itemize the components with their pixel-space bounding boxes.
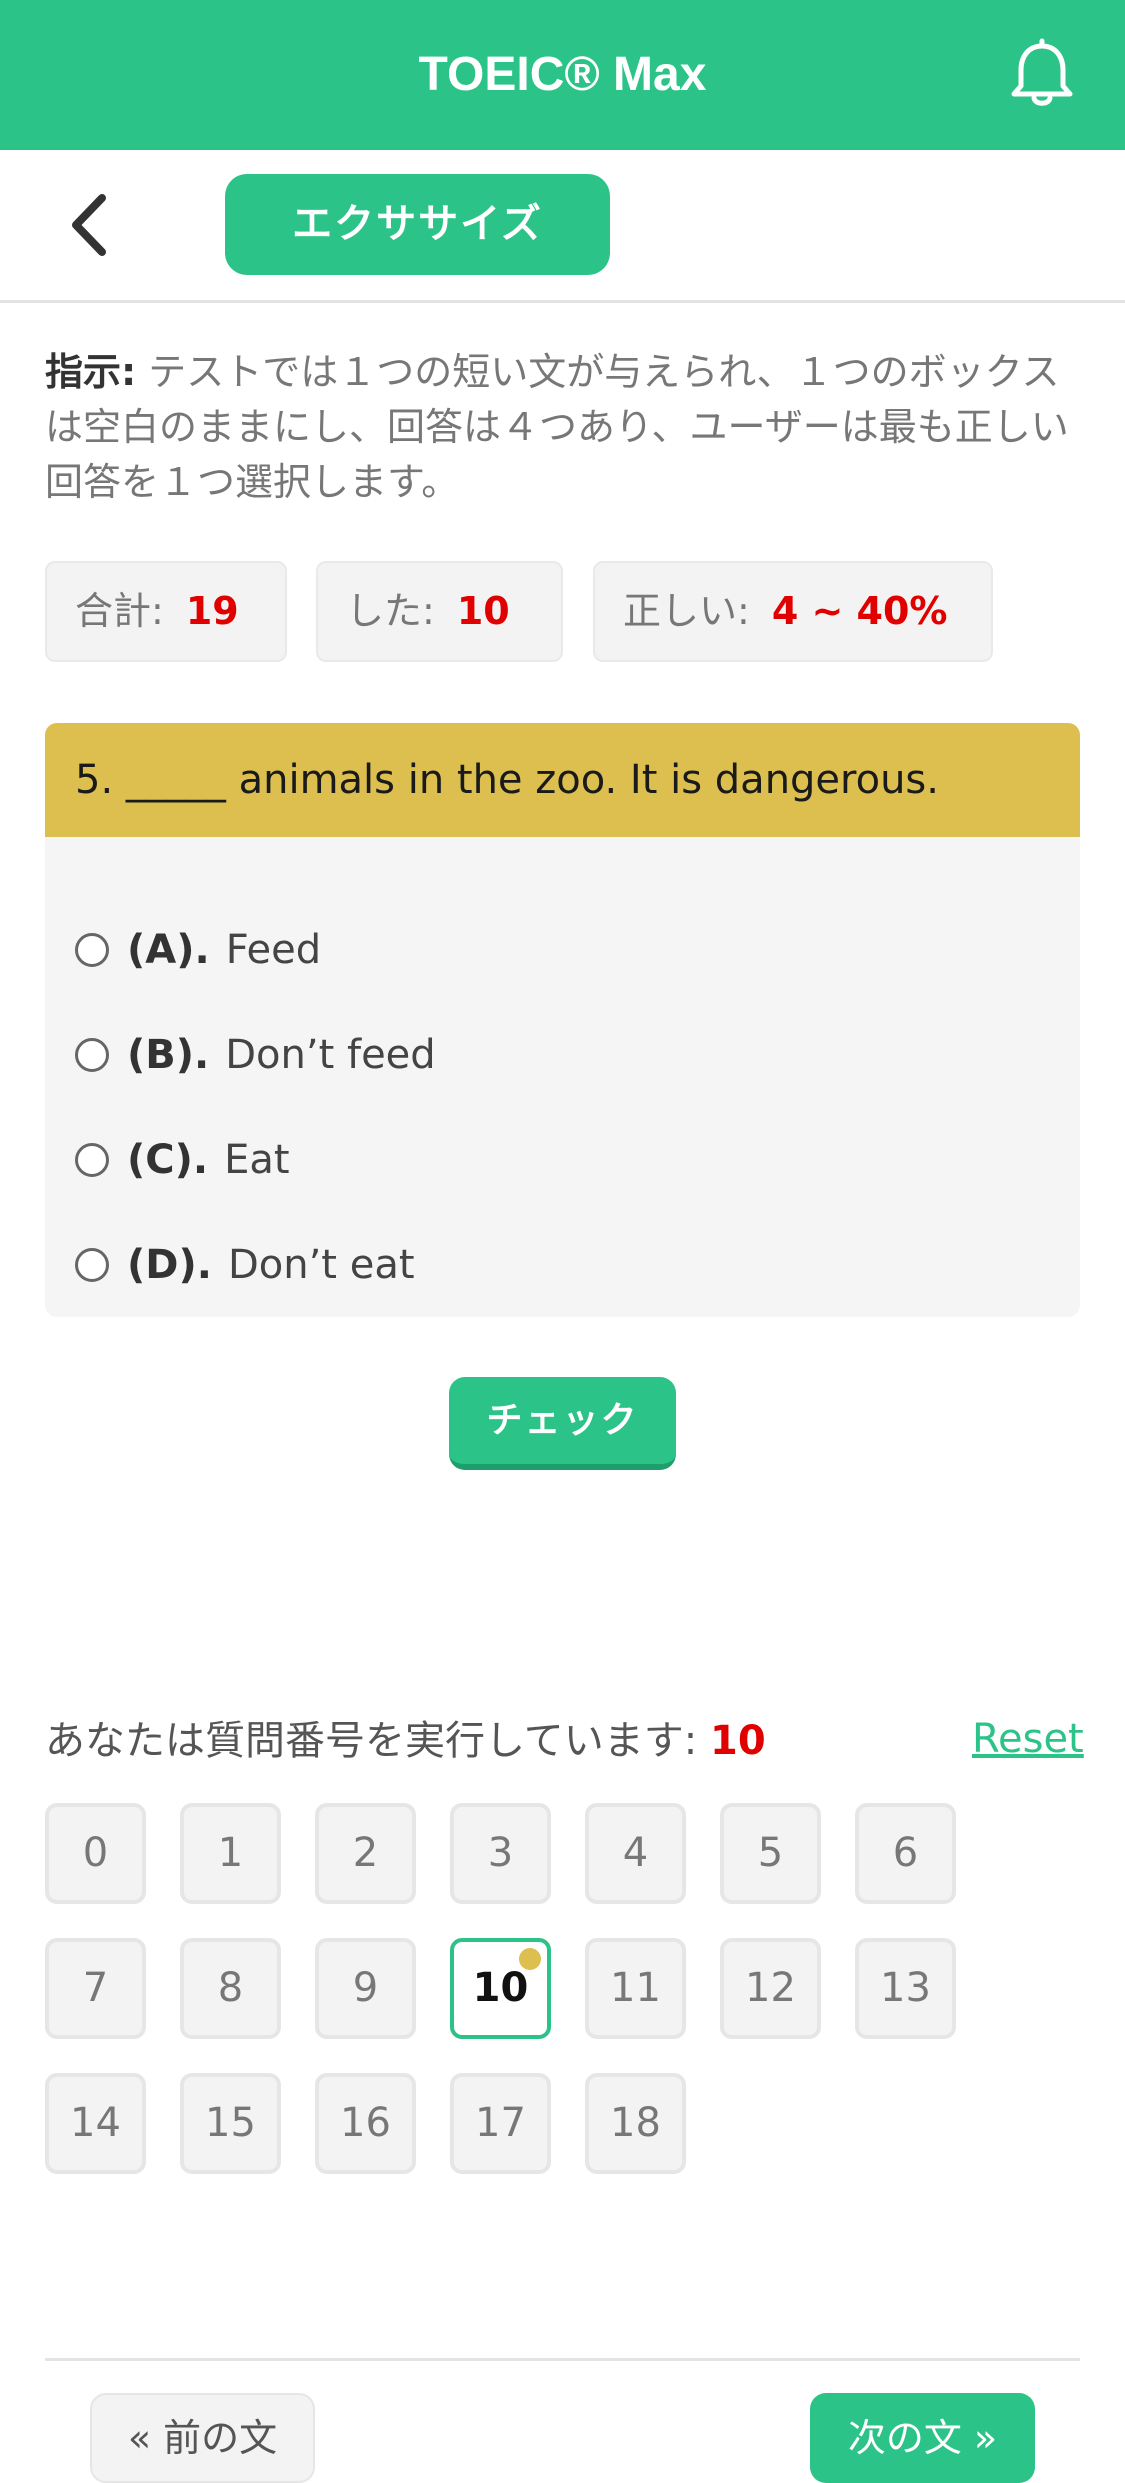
bell-icon[interactable] xyxy=(1005,38,1079,112)
answer-options: (A). Feed (B). Don’t feed (C). Eat (D). … xyxy=(45,837,1080,1317)
question-number-button[interactable]: 11 xyxy=(585,1938,686,2039)
question-text: 5. _____ animals in the zoo. It is dange… xyxy=(45,723,1080,837)
question-number-button[interactable]: 14 xyxy=(45,2073,146,2174)
question-number-button[interactable]: 1 xyxy=(180,1803,281,1904)
question-number-button[interactable]: 17 xyxy=(450,2073,551,2174)
stat-done: した: 10 xyxy=(316,561,563,662)
next-sentence-button[interactable]: 次の文 » xyxy=(810,2393,1035,2483)
question-number-button[interactable]: 4 xyxy=(585,1803,686,1904)
radio-button[interactable] xyxy=(75,1143,109,1177)
option-text: Feed xyxy=(225,927,322,973)
radio-button[interactable] xyxy=(75,1038,109,1072)
question-number-button[interactable]: 15 xyxy=(180,2073,281,2174)
tab-exercise[interactable]: エクササイズ xyxy=(225,174,610,275)
question-number-button[interactable]: 5 xyxy=(720,1803,821,1904)
question-number-button[interactable]: 10 xyxy=(450,1938,551,2039)
question-number-button[interactable]: 8 xyxy=(180,1938,281,2039)
current-question-line: あなたは質問番号を実行しています: 10 xyxy=(45,1716,766,1766)
instructions: 指示: テストでは１つの短い文が与えられ、１つのボックスは空白のままにし、回答は… xyxy=(45,345,1080,510)
stat-correct: 正しい: 4 ~ 40% xyxy=(593,561,993,662)
sub-navigation-bar: エクササイズ xyxy=(0,150,1125,303)
option-text: Don’t feed xyxy=(225,1032,436,1078)
question-number-button[interactable]: 13 xyxy=(855,1938,956,2039)
question-number-button[interactable]: 7 xyxy=(45,1938,146,2039)
question-number-button[interactable]: 0 xyxy=(45,1803,146,1904)
stat-total-label: 合計: xyxy=(75,589,164,633)
question-number-button[interactable]: 12 xyxy=(720,1938,821,2039)
question-number-button[interactable]: 18 xyxy=(585,2073,686,2174)
option-letter: (D). xyxy=(127,1242,212,1288)
question-number-button[interactable]: 9 xyxy=(315,1938,416,2039)
stat-total-value: 19 xyxy=(185,589,239,633)
footer-divider xyxy=(45,2358,1080,2361)
option-text: Don’t eat xyxy=(227,1242,415,1288)
current-question-number: 10 xyxy=(710,1718,766,1764)
chevron-left-icon[interactable] xyxy=(60,190,120,260)
option-a[interactable]: (A). Feed xyxy=(75,920,321,980)
instructions-text: テストでは１つの短い文が与えられ、１つのボックスは空白のままにし、回答は４つあり… xyxy=(45,350,1069,504)
option-letter: (B). xyxy=(127,1032,210,1078)
option-letter: (A). xyxy=(127,927,210,973)
stat-done-value: 10 xyxy=(456,589,510,633)
stat-correct-value: 4 ~ 40% xyxy=(771,589,948,633)
question-number-button[interactable]: 16 xyxy=(315,2073,416,2174)
reset-link[interactable]: Reset xyxy=(972,1714,1084,1764)
option-b[interactable]: (B). Don’t feed xyxy=(75,1025,436,1085)
stat-total: 合計: 19 xyxy=(45,561,287,662)
question-number-button[interactable]: 3 xyxy=(450,1803,551,1904)
radio-button[interactable] xyxy=(75,933,109,967)
current-question-label: あなたは質問番号を実行しています: xyxy=(45,1718,710,1764)
option-c[interactable]: (C). Eat xyxy=(75,1130,290,1190)
option-d[interactable]: (D). Don’t eat xyxy=(75,1235,415,1295)
previous-sentence-button[interactable]: « 前の文 xyxy=(90,2393,315,2483)
check-button[interactable]: チェック xyxy=(449,1377,676,1470)
question-number-button[interactable]: 2 xyxy=(315,1803,416,1904)
question-number-button[interactable]: 6 xyxy=(855,1803,956,1904)
app-title: TOEIC® Max xyxy=(418,48,707,101)
stat-correct-label: 正しい: xyxy=(623,589,750,633)
option-letter: (C). xyxy=(127,1137,209,1183)
instructions-label: 指示: xyxy=(45,350,137,394)
option-text: Eat xyxy=(224,1137,290,1183)
current-indicator-dot xyxy=(519,1948,541,1970)
app-header: TOEIC® Max xyxy=(0,0,1125,150)
radio-button[interactable] xyxy=(75,1248,109,1282)
stat-done-label: した: xyxy=(346,589,435,633)
